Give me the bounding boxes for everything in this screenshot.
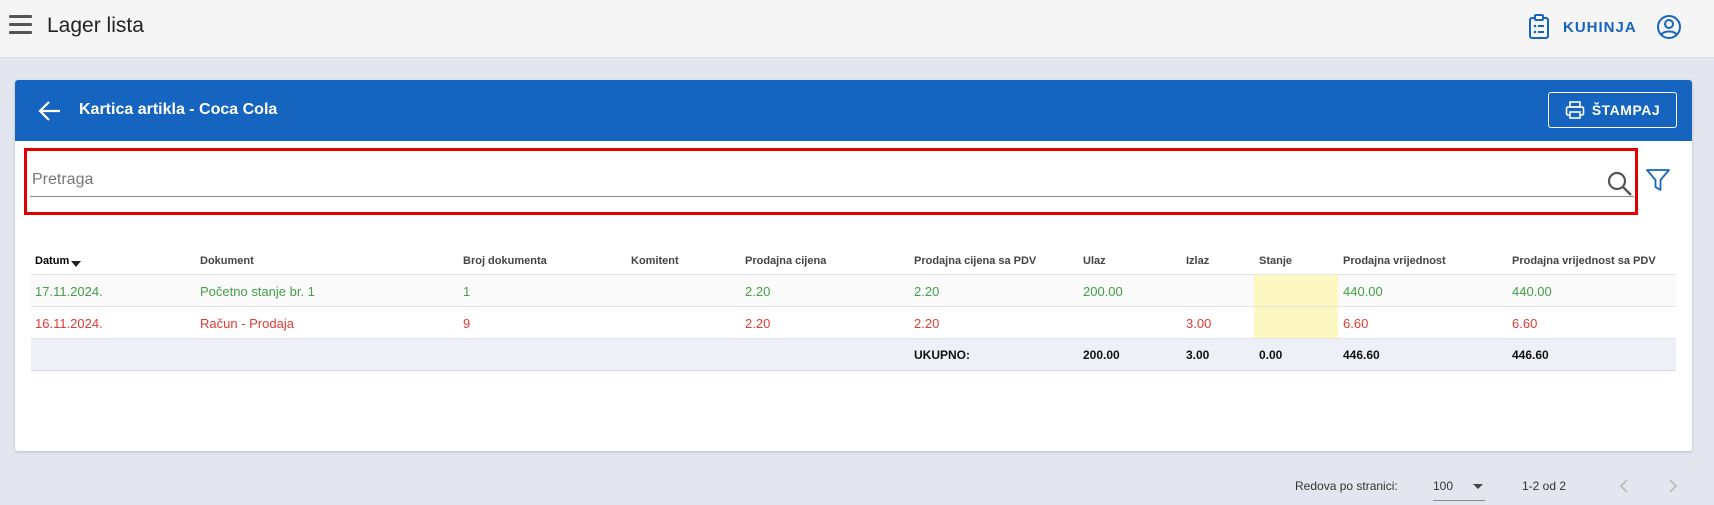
cell-dokument: Početno stanje br. 1 <box>200 284 315 299</box>
card-title: Kartica artikla - Coca Cola <box>79 101 278 118</box>
cell-broj: 9 <box>463 316 471 331</box>
kitchen-label: KUHINJA <box>1563 18 1637 36</box>
total-ulaz: 200.00 <box>1083 348 1120 362</box>
search-icon[interactable] <box>1606 170 1633 197</box>
chevron-left-icon[interactable] <box>1616 477 1632 495</box>
top-app-bar: Lager lista KUHINJA <box>0 0 1714 58</box>
sort-desc-icon <box>71 261 82 267</box>
search-highlight <box>24 148 1638 215</box>
column-header-prodajna-vrijednost[interactable]: Prodajna vrijednost <box>1343 255 1446 267</box>
back-arrow-icon[interactable] <box>37 98 63 124</box>
cell-cijena-pdv: 2.20 <box>914 316 940 331</box>
pagination: Redova po stranici: 100 1-2 od 2 <box>31 475 1678 505</box>
print-label: ŠTAMPAJ <box>1591 102 1661 118</box>
table-row[interactable]: 17.11.2024. Početno stanje br. 1 1 2.20 … <box>31 275 1676 307</box>
total-stanje: 0.00 <box>1259 348 1283 362</box>
kitchen-button[interactable]: KUHINJA <box>1528 13 1637 41</box>
cell-broj: 1 <box>463 284 471 299</box>
column-header-dokument[interactable]: Dokument <box>200 255 254 267</box>
page-title: Lager lista <box>47 14 144 37</box>
cell-vrijednost-pdv: 440.00 <box>1512 284 1552 299</box>
cell-vrijednost: 440.00 <box>1343 284 1383 299</box>
search-input[interactable] <box>30 163 1634 197</box>
column-header-stanje[interactable]: Stanje <box>1259 255 1292 267</box>
total-vrijednost: 446.60 <box>1343 348 1380 362</box>
column-header-prodajna-cijena[interactable]: Prodajna cijena <box>745 255 826 267</box>
total-izlaz: 3.00 <box>1186 348 1210 362</box>
stock-card-table: Datum Dokument Broj dokumenta Komitent P… <box>31 244 1676 371</box>
table-header-row: Datum Dokument Broj dokumenta Komitent P… <box>31 244 1676 275</box>
account-icon[interactable] <box>1656 14 1682 40</box>
table-row[interactable]: 16.11.2024. Račun - Prodaja 9 2.20 2.20 … <box>31 307 1676 339</box>
column-header-komitent[interactable]: Komitent <box>631 255 679 267</box>
column-header-izlaz[interactable]: Izlaz <box>1186 255 1209 267</box>
totals-row: UKUPNO: 200.00 3.00 0.00 446.60 446.60 <box>31 339 1676 371</box>
print-button[interactable]: ŠTAMPAJ <box>1548 92 1677 128</box>
cell-cijena: 2.20 <box>745 316 771 331</box>
cell-vrijednost-pdv: 6.60 <box>1512 316 1538 331</box>
total-vrijednost-pdv: 446.60 <box>1512 348 1549 362</box>
menu-icon[interactable] <box>9 15 32 35</box>
column-header-prodajna-cijena-pdv[interactable]: Prodajna cijena sa PDV <box>914 255 1036 267</box>
cell-datum: 17.11.2024. <box>35 284 103 299</box>
cell-cijena-pdv: 2.20 <box>914 284 940 299</box>
article-card: Kartica artikla - Coca Cola ŠTAMPAJ Datu… <box>15 80 1692 501</box>
column-header-broj-dokumenta[interactable]: Broj dokumenta <box>463 255 547 267</box>
chevron-down-icon <box>1473 484 1483 489</box>
stock-cell <box>1254 307 1338 338</box>
cell-datum: 16.11.2024. <box>35 316 103 331</box>
cell-ulaz: 200.00 <box>1083 284 1123 299</box>
stock-cell <box>1254 275 1338 306</box>
cell-cijena: 2.20 <box>745 284 771 299</box>
column-header-prodajna-vrijednost-pdv[interactable]: Prodajna vrijednost sa PDV <box>1512 255 1656 267</box>
clipboard-icon <box>1529 14 1549 39</box>
printer-icon <box>1565 101 1585 119</box>
card-header: Kartica artikla - Coca Cola ŠTAMPAJ <box>15 80 1692 141</box>
rows-per-page-select[interactable]: 100 <box>1433 475 1485 501</box>
column-header-datum[interactable]: Datum <box>35 255 82 267</box>
cell-izlaz: 3.00 <box>1186 316 1212 331</box>
cell-vrijednost: 6.60 <box>1343 316 1369 331</box>
column-header-ulaz[interactable]: Ulaz <box>1083 255 1106 267</box>
chevron-right-icon[interactable] <box>1665 477 1681 495</box>
cell-dokument: Račun - Prodaja <box>200 316 294 331</box>
totals-label: UKUPNO: <box>914 348 970 362</box>
filter-icon[interactable] <box>1644 166 1672 194</box>
